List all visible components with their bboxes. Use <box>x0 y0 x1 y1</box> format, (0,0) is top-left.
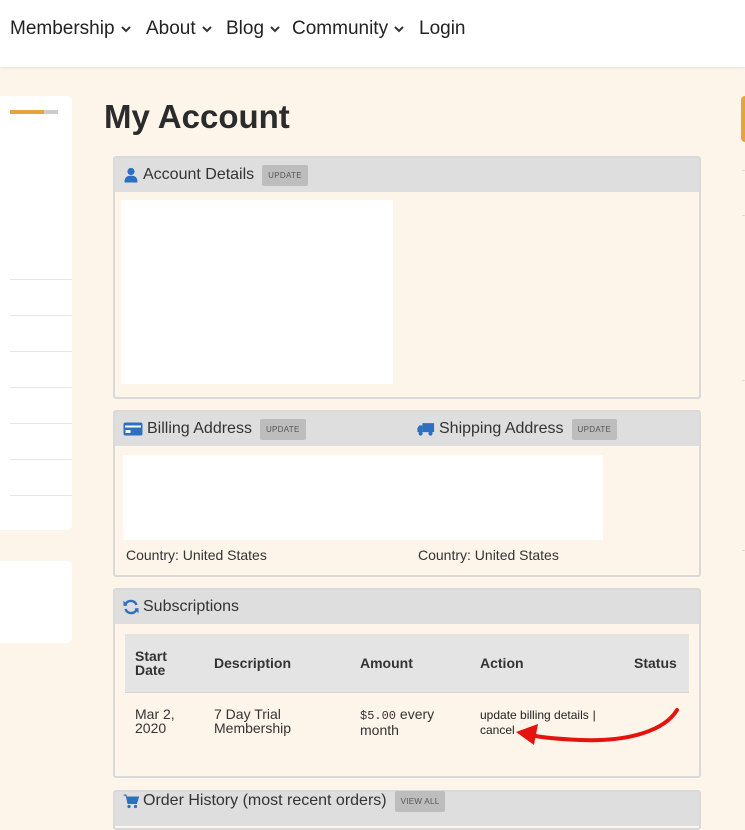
cell-amount: $5.00 every month <box>350 692 470 759</box>
account-details-update-button[interactable]: UPDATE <box>262 164 308 186</box>
cell-start-date: Mar 2, 2020 <box>125 692 204 759</box>
nav-login-label: Login <box>419 18 466 39</box>
column-header-action: Action <box>470 634 624 693</box>
sidebar-divider <box>10 315 72 316</box>
nav-about[interactable]: About <box>146 18 214 40</box>
table-header-row: Start Date Description Amount Action Sta… <box>125 634 689 693</box>
nav-membership[interactable]: Membership <box>10 18 133 40</box>
column-header-description: Description <box>204 634 350 693</box>
account-details-content <box>121 200 393 384</box>
billing-update-button[interactable]: UPDATE <box>259 418 306 440</box>
right-sidebar-tab[interactable] <box>741 96 745 142</box>
top-navigation: Membership About Blog Community Login <box>0 0 745 67</box>
account-details-panel: Account Details UPDATE <box>113 156 701 399</box>
column-header-amount: Amount <box>350 634 470 693</box>
nav-about-label: About <box>146 18 196 39</box>
sidebar-card-secondary <box>0 561 72 643</box>
nav-community-label: Community <box>292 18 389 39</box>
sidebar-divider <box>10 423 72 424</box>
sidebar-divider <box>10 459 72 460</box>
sidebar-progress-fill <box>10 110 44 114</box>
billing-country: Country: United States <box>126 547 267 563</box>
chevron-down-icon <box>270 26 280 33</box>
subscriptions-header: Subscriptions <box>115 590 699 624</box>
billing-address-title: Billing Address <box>147 420 252 437</box>
nav-blog-label: Blog <box>226 18 265 39</box>
page-title: My Account <box>104 98 290 135</box>
cell-description: 7 Day Trial Membership <box>204 692 350 759</box>
sidebar-divider <box>10 495 72 496</box>
nav-membership-label: Membership <box>10 18 115 39</box>
addresses-panel: Billing Address UPDATE Shipping Address … <box>113 410 701 577</box>
column-header-start-date: Start Date <box>125 634 204 693</box>
column-header-status: Status <box>624 634 689 693</box>
chevron-down-icon <box>201 26 212 33</box>
chevron-down-icon <box>120 26 131 33</box>
sidebar-progress-bar <box>10 110 58 114</box>
sidebar-divider <box>10 351 72 352</box>
subscriptions-title: Subscriptions <box>143 598 240 615</box>
amount-price: $5.00 <box>360 709 397 723</box>
addresses-header: Billing Address UPDATE Shipping Address … <box>115 412 699 446</box>
order-history-title: Order History (most recent orders) <box>143 792 387 809</box>
order-history-header: Order History (most recent orders) VIEW … <box>115 790 699 826</box>
sidebar-divider <box>10 387 72 388</box>
truck-icon <box>417 423 435 436</box>
annotation-arrow <box>516 708 679 745</box>
cart-icon <box>123 794 139 809</box>
nav-community[interactable]: Community <box>292 18 406 40</box>
shipping-address-title: Shipping Address <box>439 420 564 437</box>
view-all-orders-button[interactable]: VIEW ALL <box>394 790 446 812</box>
nav-login[interactable]: Login <box>419 18 466 40</box>
nav-blog[interactable]: Blog <box>226 18 282 40</box>
shipping-update-button[interactable]: UPDATE <box>571 418 618 440</box>
sidebar-card <box>0 96 72 530</box>
shipping-country: Country: United States <box>418 547 559 563</box>
account-details-header: Account Details UPDATE <box>115 158 699 192</box>
sidebar-divider <box>10 279 72 280</box>
order-history-panel: Order History (most recent orders) VIEW … <box>113 790 701 830</box>
refresh-icon <box>123 599 139 615</box>
user-icon <box>124 167 138 183</box>
chevron-down-icon <box>394 26 404 33</box>
credit-card-icon <box>123 422 143 436</box>
account-details-title: Account Details <box>143 166 255 183</box>
addresses-content <box>123 455 603 540</box>
